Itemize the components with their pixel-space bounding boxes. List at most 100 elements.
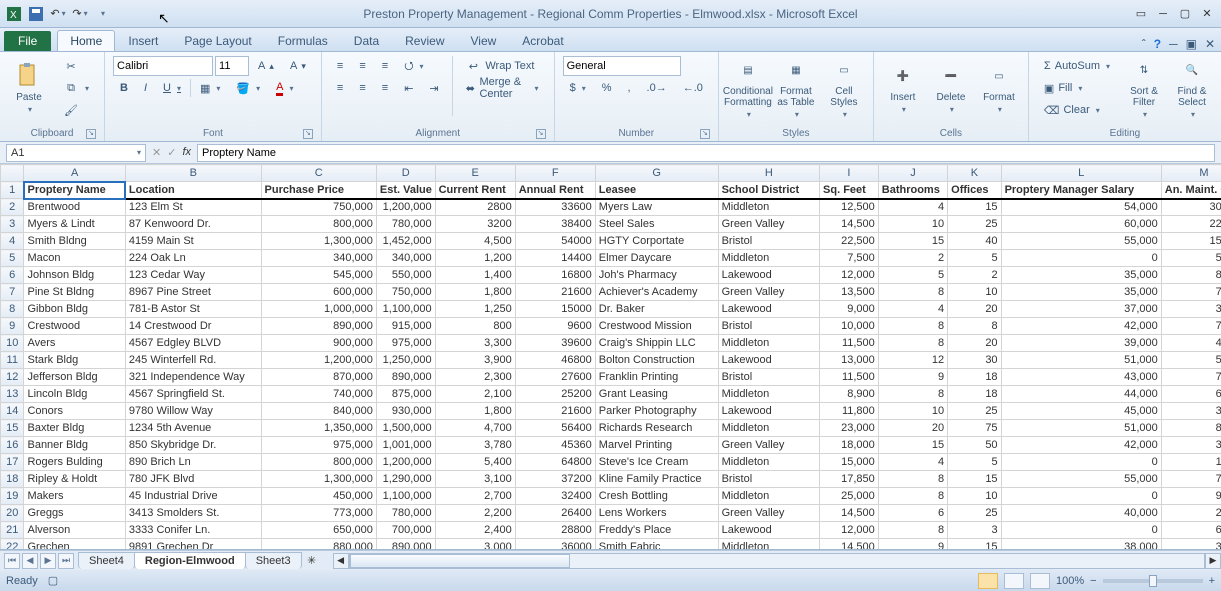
row-header-6[interactable]: 6 bbox=[1, 267, 24, 284]
cell[interactable]: Green Valley bbox=[718, 437, 819, 454]
font-name-combo[interactable] bbox=[113, 56, 213, 76]
cell[interactable]: 1,250,000 bbox=[376, 352, 435, 369]
row-header-11[interactable]: 11 bbox=[1, 352, 24, 369]
cell[interactable]: 3,000 bbox=[435, 539, 515, 551]
cell[interactable]: 1,200,000 bbox=[376, 454, 435, 471]
cell[interactable]: 50 bbox=[948, 437, 1001, 454]
cell[interactable]: 8967 Pine Street bbox=[125, 284, 261, 301]
cell[interactable]: 1234 5th Avenue bbox=[125, 420, 261, 437]
cell[interactable]: 773,000 bbox=[261, 505, 376, 522]
cell[interactable]: 9,000 bbox=[820, 301, 879, 318]
cell[interactable]: Middleton bbox=[718, 420, 819, 437]
cell[interactable]: 781-B Astor St bbox=[125, 301, 261, 318]
cell[interactable]: Lens Workers bbox=[595, 505, 718, 522]
cell[interactable]: 56400 bbox=[515, 420, 595, 437]
horizontal-scrollbar[interactable]: ◀ ▶ bbox=[333, 553, 1221, 569]
clipboard-dialog-launcher[interactable]: ↘ bbox=[86, 129, 96, 139]
bold-button[interactable]: B bbox=[113, 78, 135, 98]
cell[interactable]: 450,000 bbox=[261, 488, 376, 505]
cell[interactable]: 10 bbox=[878, 403, 947, 420]
cell[interactable]: Joh's Pharmacy bbox=[595, 267, 718, 284]
cell[interactable]: 5,700 bbox=[1161, 352, 1221, 369]
col-header-A[interactable]: A bbox=[24, 165, 125, 182]
select-all-cell[interactable] bbox=[1, 165, 24, 182]
cell[interactable]: 10 bbox=[948, 488, 1001, 505]
cell[interactable]: Cresh Bottling bbox=[595, 488, 718, 505]
col-header-H[interactable]: H bbox=[718, 165, 819, 182]
cell[interactable]: 25 bbox=[948, 403, 1001, 420]
scroll-right-button[interactable]: ▶ bbox=[1205, 553, 1221, 569]
cell[interactable]: 1,200,000 bbox=[261, 352, 376, 369]
cell[interactable]: 5,400 bbox=[435, 454, 515, 471]
cell[interactable]: 15000 bbox=[515, 301, 595, 318]
cell[interactable]: 30,000 bbox=[1161, 199, 1221, 216]
cell[interactable]: Lakewood bbox=[718, 267, 819, 284]
cell[interactable]: HGTY Corportate bbox=[595, 233, 718, 250]
cell[interactable]: 8 bbox=[878, 522, 947, 539]
cell[interactable]: 123 Cedar Way bbox=[125, 267, 261, 284]
paste-button[interactable]: Paste▾ bbox=[8, 56, 50, 120]
cell[interactable]: Middleton bbox=[718, 199, 819, 216]
sheet-nav-next[interactable]: ▶ bbox=[40, 553, 56, 569]
cell[interactable]: 54,000 bbox=[1001, 199, 1161, 216]
cell[interactable]: 875,000 bbox=[376, 386, 435, 403]
cell[interactable]: Middleton bbox=[718, 488, 819, 505]
enter-formula-icon[interactable]: ✓ bbox=[167, 146, 176, 159]
doc-minimize-icon[interactable]: ─ bbox=[1169, 37, 1178, 51]
row-header-9[interactable]: 9 bbox=[1, 318, 24, 335]
cell[interactable]: 975,000 bbox=[376, 335, 435, 352]
cell[interactable]: Franklin Printing bbox=[595, 369, 718, 386]
align-bottom-button[interactable]: ≡ bbox=[375, 56, 395, 76]
cell[interactable]: Craig's Shippin LLC bbox=[595, 335, 718, 352]
cell[interactable]: Lakewood bbox=[718, 522, 819, 539]
cell[interactable]: 55,000 bbox=[1001, 233, 1161, 250]
row-header-13[interactable]: 13 bbox=[1, 386, 24, 403]
sheet-tab-sheet3[interactable]: Sheet3 bbox=[245, 552, 302, 569]
view-page-break-button[interactable] bbox=[1030, 573, 1050, 589]
cell[interactable]: 54000 bbox=[515, 233, 595, 250]
row-header-2[interactable]: 2 bbox=[1, 199, 24, 216]
cell[interactable]: 0 bbox=[1001, 250, 1161, 267]
cell[interactable]: Steel Sales bbox=[595, 216, 718, 233]
cell[interactable]: Myers Law bbox=[595, 199, 718, 216]
cell[interactable]: 1,000 bbox=[1161, 454, 1221, 471]
cell[interactable]: 880,000 bbox=[261, 539, 376, 551]
cell[interactable]: Green Valley bbox=[718, 505, 819, 522]
cell[interactable]: 9780 Willow Way bbox=[125, 403, 261, 420]
cell[interactable]: 4 bbox=[878, 199, 947, 216]
tab-page-layout[interactable]: Page Layout bbox=[171, 30, 264, 51]
col-header-C[interactable]: C bbox=[261, 165, 376, 182]
row-header-16[interactable]: 16 bbox=[1, 437, 24, 454]
scroll-thumb[interactable] bbox=[350, 554, 570, 568]
cell[interactable]: 7,500 bbox=[820, 250, 879, 267]
cell[interactable]: 25200 bbox=[515, 386, 595, 403]
cell[interactable]: 5 bbox=[878, 267, 947, 284]
comma-button[interactable]: , bbox=[620, 78, 637, 98]
cell[interactable]: 12,500 bbox=[820, 199, 879, 216]
sort-filter-button[interactable]: ⇅Sort & Filter▾ bbox=[1123, 56, 1165, 120]
cell[interactable]: 64800 bbox=[515, 454, 595, 471]
cell[interactable]: 7,000 bbox=[1161, 318, 1221, 335]
sheet-nav-last[interactable]: ⏭ bbox=[58, 553, 74, 569]
cell[interactable]: 7,500 bbox=[1161, 471, 1221, 488]
sheet-tab-region-elmwood[interactable]: Region-Elmwood bbox=[134, 552, 246, 569]
cell[interactable]: Offices bbox=[948, 182, 1001, 199]
cell[interactable]: Bristol bbox=[718, 369, 819, 386]
cell[interactable]: Brentwood bbox=[24, 199, 125, 216]
cell[interactable]: 4,700 bbox=[435, 420, 515, 437]
cell[interactable]: Elmer Daycare bbox=[595, 250, 718, 267]
col-header-D[interactable]: D bbox=[376, 165, 435, 182]
cell[interactable]: 8,000 bbox=[1161, 267, 1221, 284]
doc-restore-icon[interactable]: ▣ bbox=[1186, 37, 1197, 51]
insert-cells-button[interactable]: ➕Insert▾ bbox=[882, 56, 924, 120]
cell[interactable]: 9 bbox=[878, 539, 947, 551]
cell[interactable]: 10 bbox=[948, 284, 1001, 301]
tab-formulas[interactable]: Formulas bbox=[265, 30, 341, 51]
cell[interactable]: 10,000 bbox=[820, 318, 879, 335]
cell[interactable]: 1,350,000 bbox=[261, 420, 376, 437]
row-header-17[interactable]: 17 bbox=[1, 454, 24, 471]
col-header-J[interactable]: J bbox=[878, 165, 947, 182]
cell[interactable]: Achiever's Academy bbox=[595, 284, 718, 301]
cell[interactable]: Crestwood bbox=[24, 318, 125, 335]
cell[interactable]: Bristol bbox=[718, 233, 819, 250]
